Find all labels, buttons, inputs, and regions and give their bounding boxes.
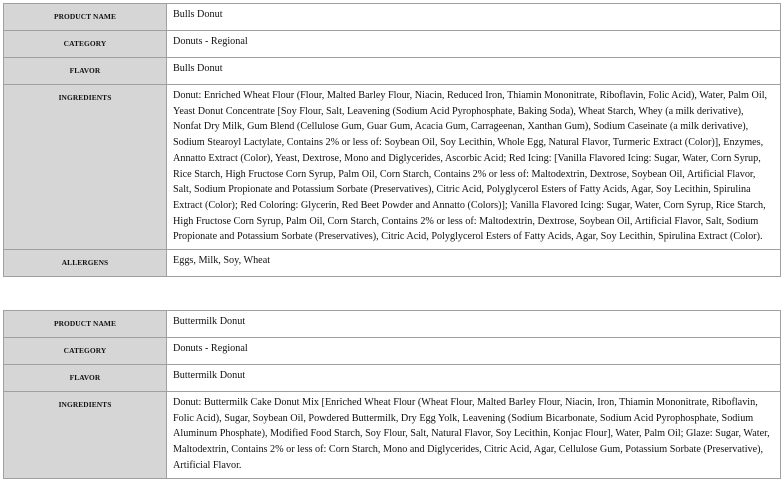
value-allergens: Eggs, Milk, Soy, Wheat bbox=[166, 249, 781, 278]
value-flavor: Bulls Donut bbox=[166, 57, 781, 85]
row-flavor: FLAVOR Bulls Donut bbox=[3, 57, 781, 85]
product-table-bulls-donut: PRODUCT NAME Bulls Donut CATEGORY Donuts… bbox=[3, 3, 781, 278]
value-category: Donuts - Regional bbox=[166, 30, 781, 58]
label-flavor: FLAVOR bbox=[3, 364, 167, 392]
label-flavor: FLAVOR bbox=[3, 57, 167, 85]
label-category: CATEGORY bbox=[3, 337, 167, 365]
product-table-buttermilk-donut: PRODUCT NAME Buttermilk Donut CATEGORY D… bbox=[3, 310, 781, 479]
label-ingredients: INGREDIENTS bbox=[3, 83, 167, 251]
row-product-name: PRODUCT NAME Buttermilk Donut bbox=[3, 310, 781, 338]
value-ingredients: Donut: Enriched Wheat Flour (Flour, Malt… bbox=[166, 83, 781, 251]
label-allergens: ALLERGENS bbox=[3, 249, 167, 278]
value-product-name: Bulls Donut bbox=[166, 3, 781, 31]
value-category: Donuts - Regional bbox=[166, 337, 781, 365]
label-product-name: PRODUCT NAME bbox=[3, 3, 167, 31]
value-flavor: Buttermilk Donut bbox=[166, 364, 781, 392]
value-product-name: Buttermilk Donut bbox=[166, 310, 781, 338]
label-ingredients: INGREDIENTS bbox=[3, 391, 167, 479]
row-category: CATEGORY Donuts - Regional bbox=[3, 30, 781, 58]
row-flavor: FLAVOR Buttermilk Donut bbox=[3, 364, 781, 392]
row-product-name: PRODUCT NAME Bulls Donut bbox=[3, 3, 781, 31]
row-allergens: ALLERGENS Eggs, Milk, Soy, Wheat bbox=[3, 249, 781, 278]
value-ingredients: Donut: Buttermilk Cake Donut Mix [Enrich… bbox=[166, 391, 781, 479]
row-ingredients: INGREDIENTS Donut: Buttermilk Cake Donut… bbox=[3, 391, 781, 479]
label-product-name: PRODUCT NAME bbox=[3, 310, 167, 338]
row-ingredients: INGREDIENTS Donut: Enriched Wheat Flour … bbox=[3, 83, 781, 251]
row-category: CATEGORY Donuts - Regional bbox=[3, 337, 781, 365]
label-category: CATEGORY bbox=[3, 30, 167, 58]
